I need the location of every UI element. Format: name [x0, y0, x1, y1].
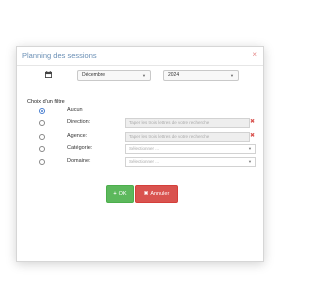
radio-direction[interactable] — [39, 120, 45, 126]
planning-dialog: Planning des sessions × Décembre ▼ 2024 … — [16, 46, 264, 262]
clear-direction-icon[interactable]: ✖ — [250, 118, 255, 126]
clear-agence-icon[interactable]: ✖ — [250, 132, 255, 140]
year-value: 2024 — [168, 72, 180, 78]
categorie-placeholder: Sélectionner ... — [129, 146, 160, 151]
filter-label-direction: Direction: — [67, 119, 91, 125]
filter-label-categorie: Catégorie: — [67, 145, 93, 151]
chevron-down-icon: ▼ — [248, 146, 252, 151]
filter-row-aucun: Aucun — [17, 106, 263, 116]
filter-label-agence: Agence: — [67, 133, 88, 139]
radio-aucun[interactable] — [39, 108, 45, 114]
categorie-select[interactable]: Sélectionner ... ▼ — [125, 144, 256, 154]
filter-row-agence: Agence: Taper les trois lettres de votre… — [17, 132, 263, 142]
domaine-placeholder: Sélectionner ... — [129, 159, 160, 164]
ok-label: OK — [118, 191, 127, 197]
close-icon[interactable]: × — [252, 50, 257, 59]
cancel-button[interactable]: ✖ Annuler — [135, 185, 178, 203]
filter-section-title: Choix d'un filtre — [27, 99, 65, 105]
month-value: Décembre — [82, 72, 106, 78]
times-icon: ✖ — [143, 191, 149, 197]
domaine-select[interactable]: Sélectionner ... ▼ — [125, 157, 256, 167]
filter-label-domaine: Domaine: — [67, 158, 91, 164]
filter-label-aucun: Aucun — [67, 107, 83, 113]
filter-row-categorie: Catégorie: Sélectionner ... ▼ — [17, 144, 263, 154]
dialog-titlebar: Planning des sessions × — [17, 47, 263, 66]
agence-input[interactable]: Taper les trois lettres de votre recherc… — [125, 132, 250, 142]
chevron-down-icon: ▼ — [230, 73, 234, 78]
plus-icon: + — [113, 191, 117, 197]
direction-input[interactable]: Taper les trois lettres de votre recherc… — [125, 118, 250, 128]
radio-categorie[interactable] — [39, 146, 45, 152]
dialog-title: Planning des sessions — [22, 51, 97, 60]
cancel-label: Annuler — [150, 191, 170, 197]
chevron-down-icon: ▼ — [142, 73, 146, 78]
month-select[interactable]: Décembre ▼ — [77, 70, 151, 81]
filter-row-direction: Direction: Taper les trois lettres de vo… — [17, 118, 263, 128]
filter-row-domaine: Domaine: Sélectionner ... ▼ — [17, 157, 263, 167]
radio-agence[interactable] — [39, 134, 45, 140]
year-select[interactable]: 2024 ▼ — [163, 70, 239, 81]
radio-domaine[interactable] — [39, 159, 45, 165]
ok-button[interactable]: + OK — [106, 185, 134, 203]
chevron-down-icon: ▼ — [248, 159, 252, 164]
calendar-icon — [45, 71, 52, 78]
